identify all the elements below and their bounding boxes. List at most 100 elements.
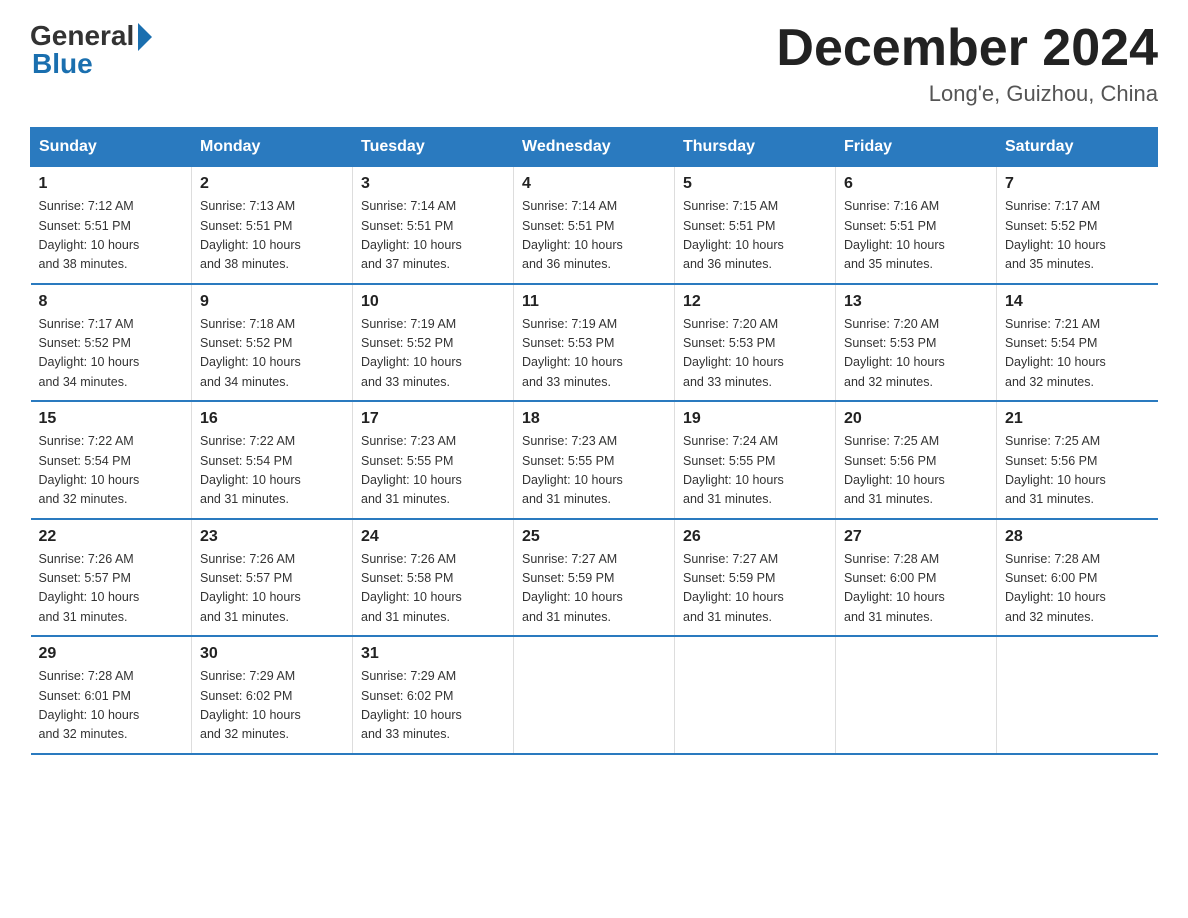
day-number: 17 <box>361 410 505 428</box>
calendar-cell: 12Sunrise: 7:20 AMSunset: 5:53 PMDayligh… <box>675 284 836 402</box>
day-number: 14 <box>1005 293 1150 311</box>
calendar-cell: 24 Sunrise: 7:26 AMSunset: 5:58 PMDayligh… <box>353 519 514 637</box>
day-info: Sunrise: 7:25 AMSunset: 5:56 PMDaylight:… <box>1005 432 1150 510</box>
day-info: Sunrise: 7:23 AMSunset: 5:55 PMDaylight:… <box>522 432 666 510</box>
day-info: Sunrise: 7:19 AMSunset: 5:52 PMDaylight:… <box>361 315 505 393</box>
day-number: 31 <box>361 645 505 663</box>
day-info: Sunrise: 7:27 AMSunset: 5:59 PMDaylight:… <box>522 550 666 628</box>
calendar-cell: 28Sunrise: 7:28 AMSunset: 6:00 PMDayligh… <box>997 519 1158 637</box>
day-number: 11 <box>522 293 666 311</box>
day-number: 15 <box>39 410 184 428</box>
header-tuesday: Tuesday <box>353 128 514 167</box>
logo-blue-text: Blue <box>32 48 93 80</box>
day-number: 20 <box>844 410 988 428</box>
day-info: Sunrise: 7:14 AMSunset: 5:51 PMDaylight:… <box>361 197 505 275</box>
calendar-cell: 26 Sunrise: 7:27 AMSunset: 5:59 PMDayligh… <box>675 519 836 637</box>
day-info: Sunrise: 7:26 AMSunset: 5:57 PMDaylight:… <box>200 550 344 628</box>
day-number: 19 <box>683 410 827 428</box>
calendar-cell: 29 Sunrise: 7:28 AMSunset: 6:01 PMDayligh… <box>31 636 192 754</box>
header-sunday: Sunday <box>31 128 192 167</box>
header-monday: Monday <box>192 128 353 167</box>
day-info: Sunrise: 7:15 AMSunset: 5:51 PMDaylight:… <box>683 197 827 275</box>
day-number: 7 <box>1005 175 1150 193</box>
day-info: Sunrise: 7:28 AMSunset: 6:00 PMDaylight:… <box>844 550 988 628</box>
calendar-cell: 2Sunrise: 7:13 AMSunset: 5:51 PMDaylight… <box>192 167 353 284</box>
title-section: December 2024 Long'e, Guizhou, China <box>776 20 1158 107</box>
calendar-cell <box>514 636 675 754</box>
day-info: Sunrise: 7:26 AMSunset: 5:58 PMDaylight:… <box>361 550 505 628</box>
calendar-cell: 6 Sunrise: 7:16 AMSunset: 5:51 PMDaylight… <box>836 167 997 284</box>
calendar-cell: 17Sunrise: 7:23 AMSunset: 5:55 PMDayligh… <box>353 401 514 519</box>
location-text: Long'e, Guizhou, China <box>776 81 1158 107</box>
day-number: 13 <box>844 293 988 311</box>
header-wednesday: Wednesday <box>514 128 675 167</box>
day-number: 4 <box>522 175 666 193</box>
calendar-table: SundayMondayTuesdayWednesdayThursdayFrid… <box>30 127 1158 755</box>
day-info: Sunrise: 7:12 AMSunset: 5:51 PMDaylight:… <box>39 197 184 275</box>
calendar-cell: 30 Sunrise: 7:29 AMSunset: 6:02 PMDayligh… <box>192 636 353 754</box>
day-number: 10 <box>361 293 505 311</box>
day-number: 6 <box>844 175 988 193</box>
logo-arrow-icon <box>138 23 152 51</box>
day-number: 26 <box>683 528 827 546</box>
day-number: 24 <box>361 528 505 546</box>
day-info: Sunrise: 7:17 AMSunset: 5:52 PMDaylight:… <box>1005 197 1150 275</box>
day-info: Sunrise: 7:19 AMSunset: 5:53 PMDaylight:… <box>522 315 666 393</box>
calendar-cell: 19 Sunrise: 7:24 AMSunset: 5:55 PMDayligh… <box>675 401 836 519</box>
day-info: Sunrise: 7:29 AMSunset: 6:02 PMDaylight:… <box>361 667 505 745</box>
calendar-cell: 22 Sunrise: 7:26 AMSunset: 5:57 PMDayligh… <box>31 519 192 637</box>
day-number: 30 <box>200 645 344 663</box>
calendar-cell <box>836 636 997 754</box>
day-info: Sunrise: 7:29 AMSunset: 6:02 PMDaylight:… <box>200 667 344 745</box>
day-info: Sunrise: 7:22 AMSunset: 5:54 PMDaylight:… <box>200 432 344 510</box>
day-info: Sunrise: 7:16 AMSunset: 5:51 PMDaylight:… <box>844 197 988 275</box>
calendar-cell: 7 Sunrise: 7:17 AMSunset: 5:52 PMDaylight… <box>997 167 1158 284</box>
day-info: Sunrise: 7:24 AMSunset: 5:55 PMDaylight:… <box>683 432 827 510</box>
calendar-week-row: 15 Sunrise: 7:22 AMSunset: 5:54 PMDayligh… <box>31 401 1158 519</box>
day-info: Sunrise: 7:26 AMSunset: 5:57 PMDaylight:… <box>39 550 184 628</box>
header-friday: Friday <box>836 128 997 167</box>
day-info: Sunrise: 7:14 AMSunset: 5:51 PMDaylight:… <box>522 197 666 275</box>
day-info: Sunrise: 7:21 AMSunset: 5:54 PMDaylight:… <box>1005 315 1150 393</box>
day-number: 16 <box>200 410 344 428</box>
day-info: Sunrise: 7:20 AMSunset: 5:53 PMDaylight:… <box>683 315 827 393</box>
calendar-week-row: 22 Sunrise: 7:26 AMSunset: 5:57 PMDayligh… <box>31 519 1158 637</box>
day-info: Sunrise: 7:28 AMSunset: 6:01 PMDaylight:… <box>39 667 184 745</box>
calendar-cell: 1Sunrise: 7:12 AMSunset: 5:51 PMDaylight… <box>31 167 192 284</box>
day-number: 8 <box>39 293 184 311</box>
day-number: 18 <box>522 410 666 428</box>
day-info: Sunrise: 7:17 AMSunset: 5:52 PMDaylight:… <box>39 315 184 393</box>
day-info: Sunrise: 7:27 AMSunset: 5:59 PMDaylight:… <box>683 550 827 628</box>
day-number: 22 <box>39 528 184 546</box>
calendar-cell <box>997 636 1158 754</box>
calendar-cell: 11 Sunrise: 7:19 AMSunset: 5:53 PMDayligh… <box>514 284 675 402</box>
month-title: December 2024 <box>776 20 1158 77</box>
day-number: 28 <box>1005 528 1150 546</box>
header-thursday: Thursday <box>675 128 836 167</box>
day-number: 5 <box>683 175 827 193</box>
calendar-cell: 23Sunrise: 7:26 AMSunset: 5:57 PMDayligh… <box>192 519 353 637</box>
day-info: Sunrise: 7:18 AMSunset: 5:52 PMDaylight:… <box>200 315 344 393</box>
day-number: 25 <box>522 528 666 546</box>
calendar-cell: 5 Sunrise: 7:15 AMSunset: 5:51 PMDaylight… <box>675 167 836 284</box>
calendar-cell: 16 Sunrise: 7:22 AMSunset: 5:54 PMDayligh… <box>192 401 353 519</box>
day-number: 21 <box>1005 410 1150 428</box>
day-info: Sunrise: 7:22 AMSunset: 5:54 PMDaylight:… <box>39 432 184 510</box>
day-number: 29 <box>39 645 184 663</box>
calendar-cell: 13Sunrise: 7:20 AMSunset: 5:53 PMDayligh… <box>836 284 997 402</box>
calendar-cell: 18 Sunrise: 7:23 AMSunset: 5:55 PMDayligh… <box>514 401 675 519</box>
logo: General Blue <box>30 20 152 80</box>
calendar-cell: 3Sunrise: 7:14 AMSunset: 5:51 PMDaylight… <box>353 167 514 284</box>
page-header: General Blue December 2024 Long'e, Guizh… <box>30 20 1158 107</box>
calendar-cell: 21 Sunrise: 7:25 AMSunset: 5:56 PMDayligh… <box>997 401 1158 519</box>
calendar-cell: 31 Sunrise: 7:29 AMSunset: 6:02 PMDayligh… <box>353 636 514 754</box>
day-info: Sunrise: 7:25 AMSunset: 5:56 PMDaylight:… <box>844 432 988 510</box>
calendar-cell: 4 Sunrise: 7:14 AMSunset: 5:51 PMDaylight… <box>514 167 675 284</box>
calendar-cell: 14 Sunrise: 7:21 AMSunset: 5:54 PMDayligh… <box>997 284 1158 402</box>
calendar-week-row: 8 Sunrise: 7:17 AMSunset: 5:52 PMDaylight… <box>31 284 1158 402</box>
calendar-cell: 10 Sunrise: 7:19 AMSunset: 5:52 PMDayligh… <box>353 284 514 402</box>
calendar-cell: 9 Sunrise: 7:18 AMSunset: 5:52 PMDaylight… <box>192 284 353 402</box>
calendar-week-row: 29 Sunrise: 7:28 AMSunset: 6:01 PMDayligh… <box>31 636 1158 754</box>
calendar-cell: 25 Sunrise: 7:27 AMSunset: 5:59 PMDayligh… <box>514 519 675 637</box>
day-number: 9 <box>200 293 344 311</box>
